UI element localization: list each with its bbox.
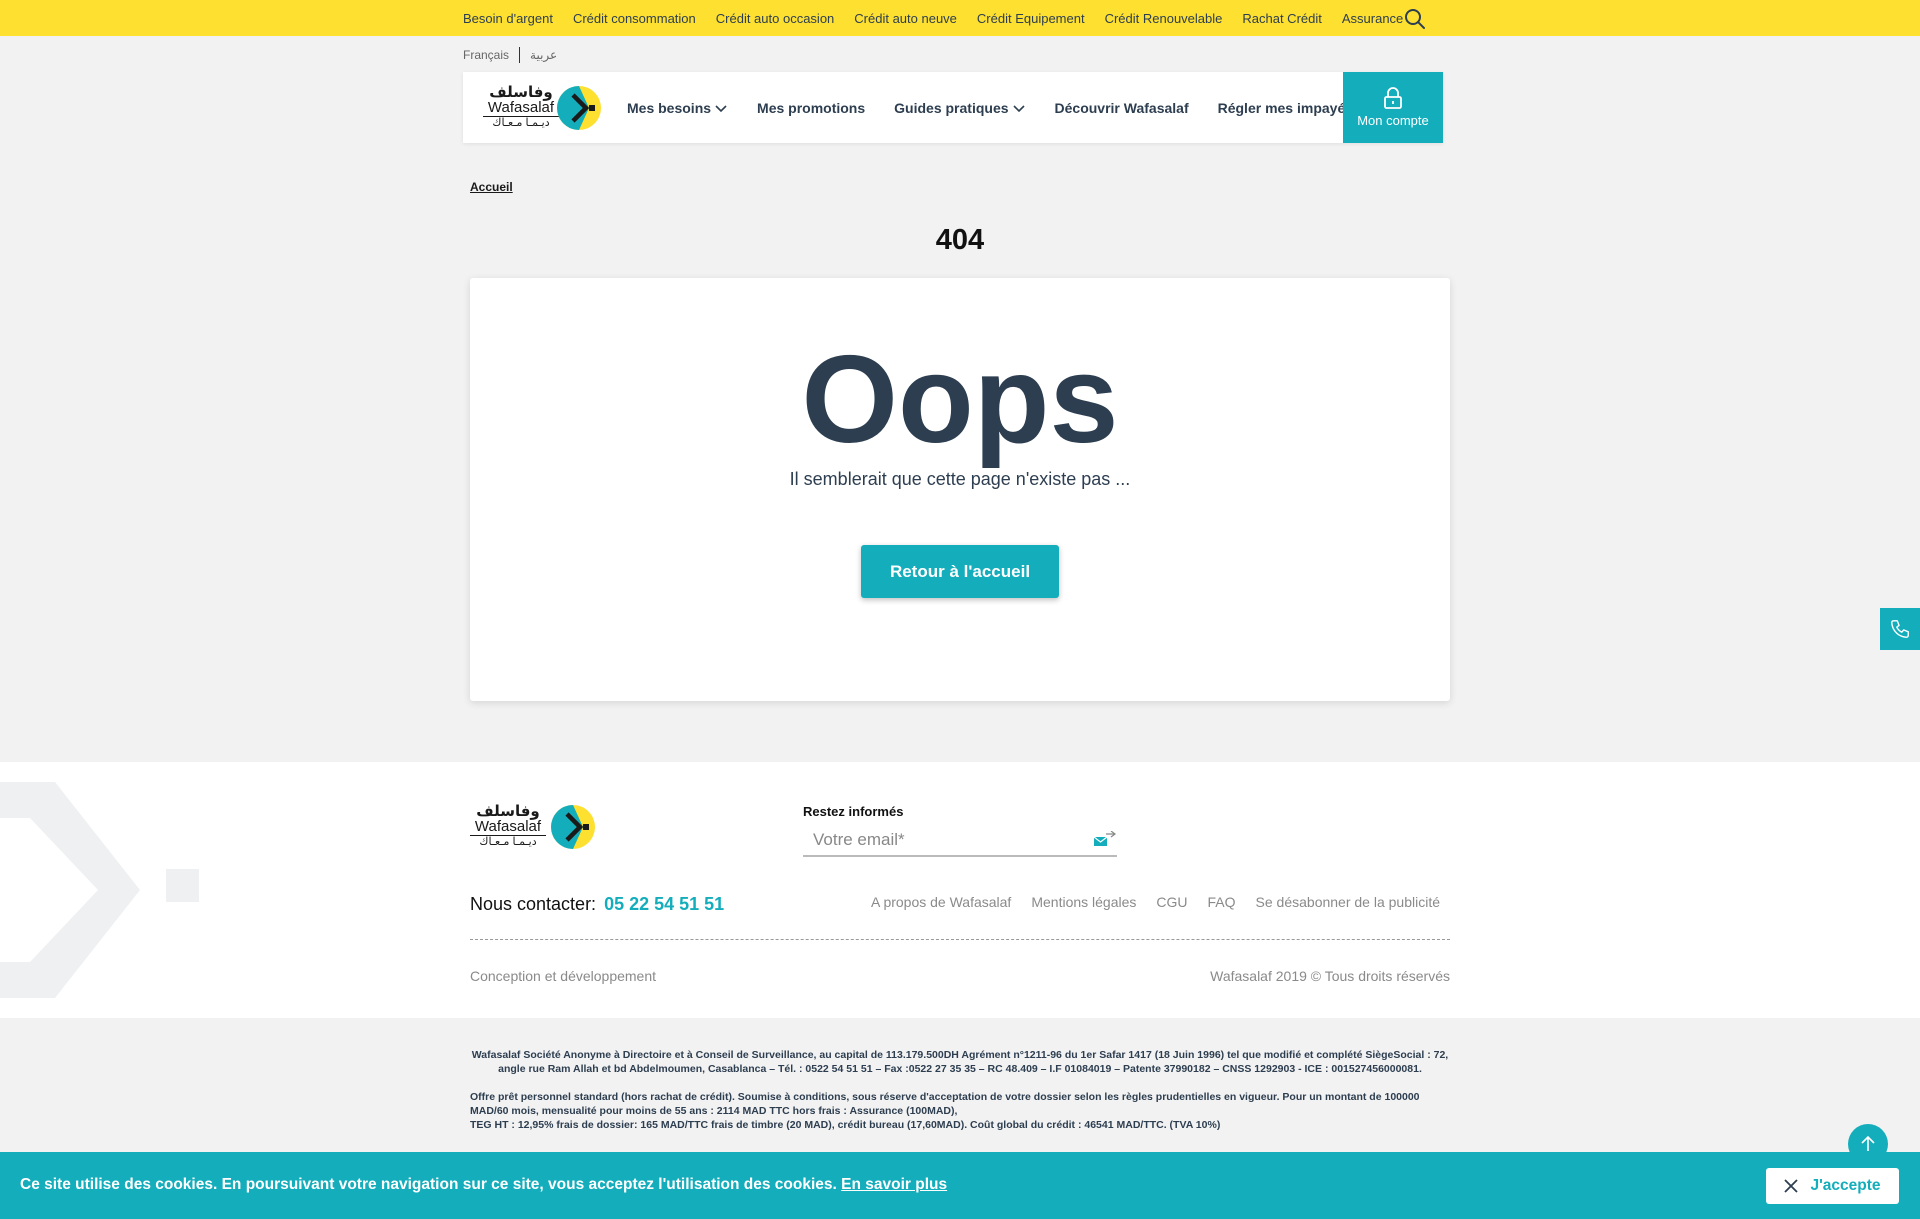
- cookie-learn-more-link[interactable]: En savoir plus: [841, 1176, 947, 1193]
- top-link-credit-renouvelable[interactable]: Crédit Renouvelable: [1105, 11, 1223, 26]
- contact-label: Nous contacter:: [470, 894, 597, 914]
- top-link-besoin-argent[interactable]: Besoin d'argent: [463, 11, 553, 26]
- cookie-banner: Ce site utilise des cookies. En poursuiv…: [0, 1152, 1920, 1219]
- nav-guides-pratiques-label: Guides pratiques: [894, 99, 1009, 116]
- top-link-credit-auto-neuve[interactable]: Crédit auto neuve: [854, 11, 957, 26]
- search-icon[interactable]: [1403, 7, 1427, 31]
- language-switcher: Français عربية: [463, 46, 557, 64]
- phone-icon: [1891, 620, 1909, 638]
- nav-mes-besoins-label: Mes besoins: [627, 99, 712, 116]
- contact-phone-link[interactable]: 05 22 54 51 51: [604, 894, 724, 915]
- footer-link-unsubscribe[interactable]: Se désabonner de la publicité: [1256, 894, 1440, 910]
- footer-divider: [470, 939, 1450, 940]
- main-navbar: وفاسلف Wafasalaf ديـمـا مـعـاك Mes besoi…: [463, 72, 1443, 143]
- lang-arabic[interactable]: عربية: [530, 48, 557, 62]
- lock-icon: [1384, 87, 1402, 109]
- error-code: 404: [935, 224, 985, 256]
- logo-wordmark: وفاسلف Wafasalaf ديـمـا مـعـاك: [483, 85, 559, 129]
- newsletter-title: Restez informés: [803, 804, 904, 819]
- contact-info: Nous contacter: 05 22 54 51 51: [470, 894, 724, 915]
- phone-contact-tab[interactable]: [1880, 608, 1920, 650]
- nav-regler-impayes-label: Régler mes impayés: [1217, 99, 1354, 116]
- chevron-down-icon: [1012, 104, 1025, 112]
- footer-logo-chevron-icon: [551, 805, 595, 849]
- nav-decouvrir-wafasalaf-label: Découvrir Wafasalaf: [1054, 99, 1189, 116]
- newsletter-field: [803, 824, 1117, 857]
- nav-regler-impayes[interactable]: Régler mes impayés: [1218, 100, 1353, 116]
- nav-mes-promotions[interactable]: Mes promotions: [757, 100, 865, 116]
- top-link-assurance[interactable]: Assurance: [1342, 11, 1403, 26]
- nav-mes-promotions-label: Mes promotions: [757, 99, 866, 116]
- error-card: Oops Il semblerait que cette page n'exis…: [470, 278, 1450, 701]
- cookie-accept-button[interactable]: J'accepte: [1766, 1168, 1899, 1204]
- close-icon: [1784, 1179, 1799, 1193]
- header-logo[interactable]: وفاسلف Wafasalaf ديـمـا مـعـاك: [483, 85, 621, 131]
- account-label: Mon compte: [1357, 113, 1429, 128]
- cookie-text: Ce site utilise des cookies. En poursuiv…: [20, 1176, 837, 1193]
- chevron-down-icon: [715, 104, 727, 112]
- send-mail-icon[interactable]: [1091, 831, 1117, 849]
- newsletter-email-input[interactable]: [803, 824, 1083, 855]
- nav-guides-pratiques[interactable]: Guides pratiques: [894, 100, 1025, 116]
- breadcrumb-home[interactable]: Accueil: [470, 180, 513, 194]
- footer-link-cgu[interactable]: CGU: [1156, 894, 1187, 910]
- nav-decouvrir-wafasalaf[interactable]: Découvrir Wafasalaf: [1055, 100, 1189, 116]
- footer-logo-wordmark: وفاسلف Wafasalaf ديـمـا مـعـاك: [470, 804, 546, 848]
- account-button[interactable]: Mon compte: [1343, 72, 1443, 143]
- back-home-button[interactable]: Retour à l'accueil: [861, 545, 1059, 598]
- legal-offer-line-2: TEG HT : 12,95% frais de dossier: 165 MA…: [470, 1119, 1221, 1131]
- top-links: Besoin d'argent Crédit consommation Créd…: [463, 0, 1403, 36]
- footer-design-credit[interactable]: Conception et développement: [470, 968, 656, 984]
- footer-logo[interactable]: وفاسلف Wafasalaf ديـمـا مـعـاك: [470, 804, 608, 850]
- cookie-accept-label: J'accepte: [1810, 1177, 1881, 1194]
- top-link-credit-auto-occasion[interactable]: Crédit auto occasion: [716, 11, 835, 26]
- top-link-credit-consommation[interactable]: Crédit consommation: [573, 11, 696, 26]
- top-link-credit-equipement[interactable]: Crédit Equipement: [977, 11, 1085, 26]
- lang-french[interactable]: Français: [463, 48, 509, 62]
- legal-notice: Wafasalaf Société Anonyme à Directoire e…: [470, 1048, 1450, 1132]
- footer-links: A propos de Wafasalaf Mentions légales C…: [871, 894, 1440, 910]
- footer-copyright: Wafasalaf 2019 © Tous droits réservés: [1210, 968, 1450, 984]
- logo-chevron-icon: [557, 86, 601, 130]
- arrow-up-icon: [1861, 1135, 1875, 1151]
- top-bar: Besoin d'argent Crédit consommation Créd…: [0, 0, 1920, 36]
- lang-divider: [519, 47, 521, 63]
- footer-link-about[interactable]: A propos de Wafasalaf: [871, 894, 1011, 910]
- footer-chevron-decoration: [0, 782, 199, 998]
- footer-link-faq[interactable]: FAQ: [1208, 894, 1236, 910]
- error-title: Oops: [801, 331, 1119, 469]
- error-message: Il semblerait que cette page n'existe pa…: [789, 469, 1131, 489]
- nav-mes-besoins[interactable]: Mes besoins: [627, 100, 728, 116]
- footer-link-legal[interactable]: Mentions légales: [1031, 894, 1136, 910]
- legal-offer-line-1: Offre prêt personnel standard (hors rach…: [470, 1091, 1420, 1117]
- footer: وفاسلف Wafasalaf ديـمـا مـعـاك Restez in…: [0, 762, 1920, 1018]
- top-link-rachat-credit[interactable]: Rachat Crédit: [1242, 11, 1321, 26]
- legal-company: Wafasalaf Société Anonyme à Directoire e…: [471, 1049, 1449, 1075]
- nav-menu: Mes besoins Mes promotions Guides pratiq…: [627, 72, 1353, 143]
- cookie-message: Ce site utilise des cookies. En poursuiv…: [20, 1176, 947, 1194]
